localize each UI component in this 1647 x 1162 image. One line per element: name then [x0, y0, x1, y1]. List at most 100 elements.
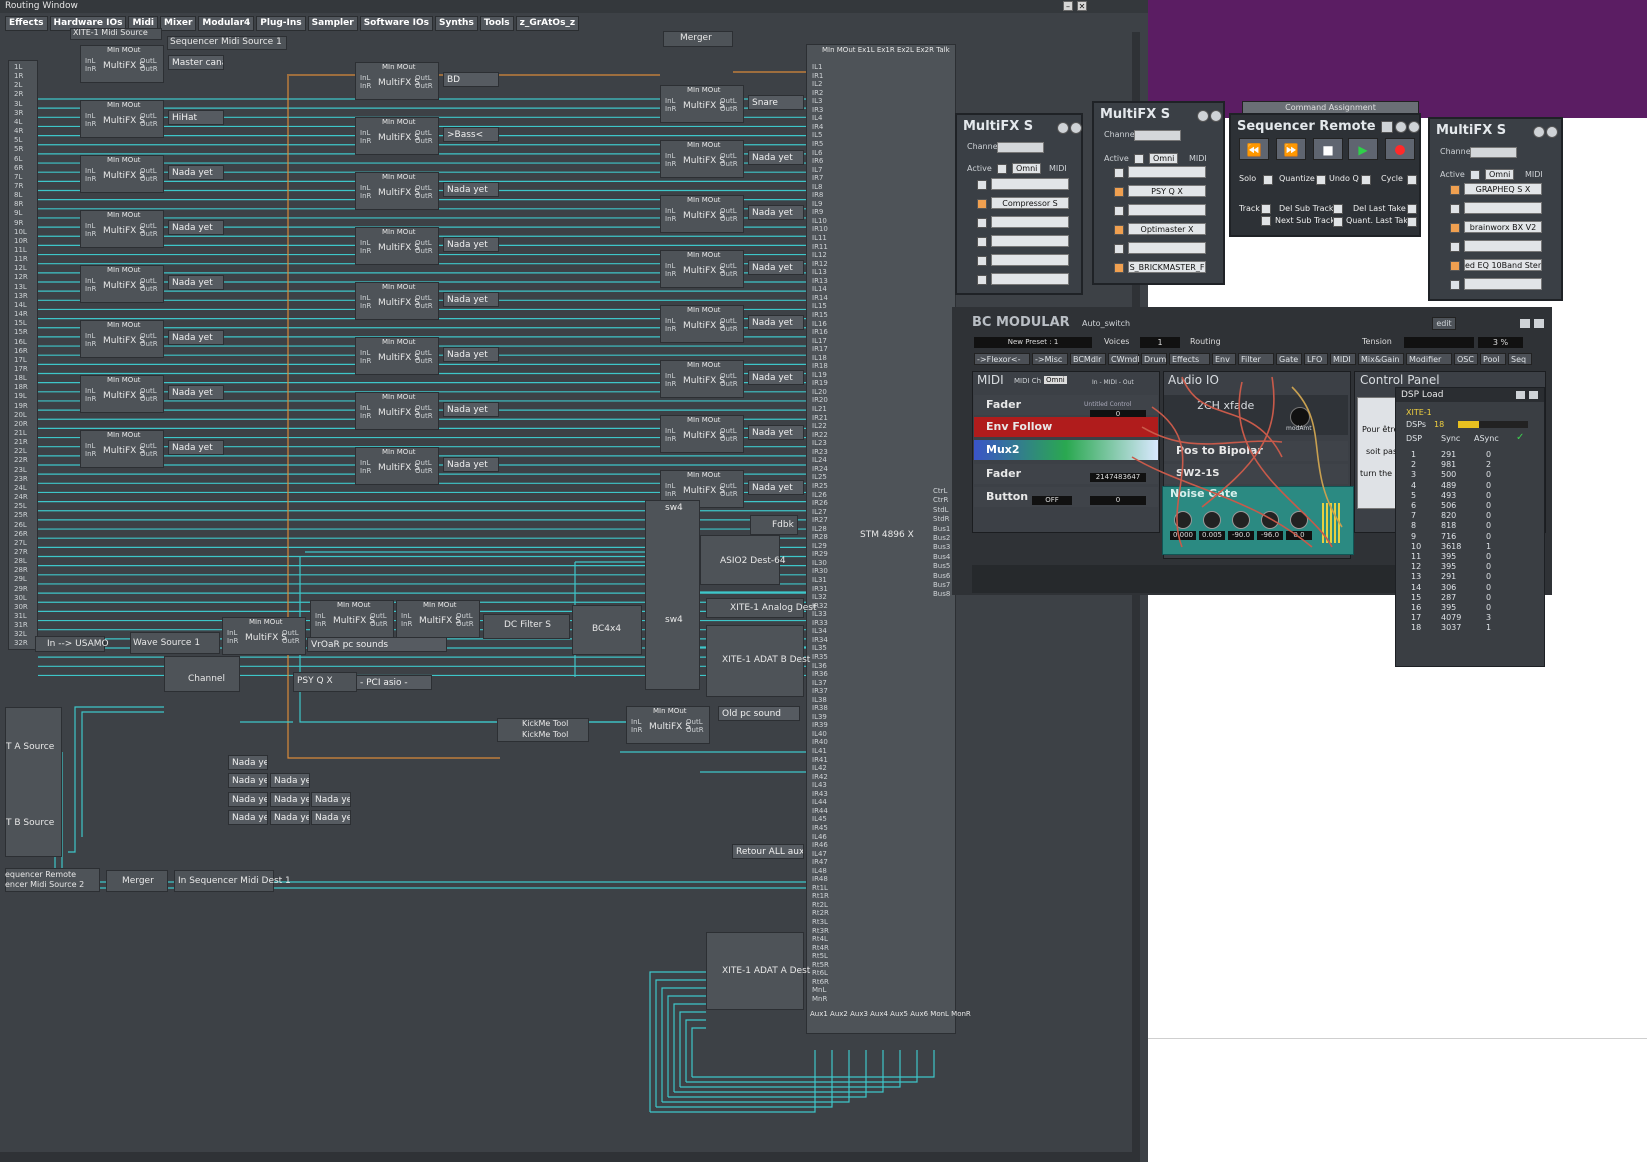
stm-input-port[interactable]: IR46 [812, 841, 828, 849]
output-port[interactable]: OutR [720, 380, 738, 388]
stm-input-port[interactable]: IL25 [812, 473, 827, 481]
source-port[interactable]: 8L [14, 191, 22, 199]
slot-active-checkbox[interactable] [1114, 263, 1124, 273]
slot-active-checkbox[interactable] [977, 237, 987, 247]
source-port[interactable]: 22R [14, 456, 28, 464]
input-port[interactable]: InR [85, 450, 96, 458]
stm-input-port[interactable]: IR41 [812, 756, 828, 764]
stm-input-port[interactable]: IR8 [812, 191, 823, 199]
stm-input-port[interactable]: MnL [812, 986, 826, 994]
input-port[interactable]: InL [227, 629, 237, 637]
input-port[interactable]: InL [85, 167, 95, 175]
source-port[interactable]: 1R [14, 72, 23, 80]
record-button[interactable] [1385, 138, 1415, 160]
source-port[interactable]: 13R [14, 292, 28, 300]
bc-cable[interactable] [1181, 376, 1283, 458]
stm-input-port[interactable]: IL2 [812, 80, 822, 88]
stm-input-port[interactable]: IR28 [812, 533, 828, 541]
stm-input-port[interactable]: IL14 [812, 285, 827, 293]
stm-input-port[interactable]: IL9 [812, 200, 822, 208]
sw4-node-a[interactable] [645, 500, 700, 690]
source-port[interactable]: 4L [14, 118, 22, 126]
stm-input-port[interactable]: IL20 [812, 388, 827, 396]
minimize-icon[interactable] [1197, 110, 1209, 122]
multifx-name[interactable]: Nada yet [443, 347, 499, 362]
input-port[interactable]: InL [665, 482, 675, 490]
solo-checkbox[interactable] [1263, 175, 1273, 185]
output-port[interactable]: OutL [720, 372, 737, 380]
stm-input-port[interactable]: IR17 [812, 345, 828, 353]
stm-input-port[interactable]: IL17 [812, 337, 827, 345]
input-port[interactable]: InL [85, 277, 95, 285]
multifx-name[interactable]: HiHat [168, 110, 224, 125]
stm-output-port[interactable]: CtrL [933, 487, 947, 495]
multifx-name[interactable]: Nada yet [168, 220, 224, 235]
input-port[interactable]: InR [360, 357, 371, 365]
nada-yet-slot[interactable]: Nada yet [228, 773, 268, 788]
undo-checkbox[interactable] [1361, 175, 1371, 185]
multifx-name[interactable]: Nada yet [748, 260, 804, 275]
input-port[interactable]: InR [665, 160, 676, 168]
source-port[interactable]: 15L [14, 319, 27, 327]
slot-active-checkbox[interactable] [1114, 187, 1124, 197]
multifx-name[interactable]: Nada yet [443, 292, 499, 307]
multifx-name[interactable]: Nada yet [443, 457, 499, 472]
close-icon[interactable] [1408, 121, 1420, 133]
slot-active-checkbox[interactable] [1114, 225, 1124, 235]
quant-last-take-checkbox[interactable] [1407, 217, 1417, 227]
stm-input-port[interactable]: IL13 [812, 268, 827, 276]
stm-input-port[interactable]: IR39 [812, 721, 828, 729]
output-port[interactable]: OutR [415, 82, 433, 90]
input-port[interactable]: InR [360, 192, 371, 200]
plugin-slot[interactable] [991, 254, 1069, 266]
stm-input-port[interactable]: IR12 [812, 260, 828, 268]
output-port[interactable]: OutL [282, 629, 299, 637]
stm-input-port[interactable]: IL12 [812, 251, 827, 259]
input-port[interactable]: InR [85, 120, 96, 128]
input-port[interactable]: InR [360, 247, 371, 255]
nada-yet-slot[interactable]: Nada yet [270, 773, 310, 788]
stm-input-port[interactable]: IR34 [812, 636, 828, 644]
output-port[interactable]: OutL [415, 404, 432, 412]
source-port[interactable]: 3L [14, 100, 22, 108]
close-icon[interactable] [1546, 126, 1558, 138]
stm-input-port[interactable]: IR13 [812, 277, 828, 285]
source-port[interactable]: 23R [14, 475, 28, 483]
input-port[interactable]: InR [227, 637, 238, 645]
output-port[interactable]: OutR [140, 450, 158, 458]
cable[interactable] [668, 1050, 867, 1098]
cable[interactable] [673, 1003, 706, 1092]
multifx-name[interactable]: Nada yet [168, 275, 224, 290]
input-port[interactable]: InL [665, 152, 675, 160]
source-port[interactable]: 20L [14, 411, 27, 419]
stm-input-port[interactable]: IR31 [812, 585, 828, 593]
slot-active-checkbox[interactable] [1450, 280, 1460, 290]
slot-active-checkbox[interactable] [977, 218, 987, 228]
stm-input-port[interactable]: Rt3L [812, 918, 828, 926]
source-port[interactable]: 16R [14, 347, 28, 355]
minimize-icon[interactable] [1516, 391, 1525, 399]
output-port[interactable]: OutL [415, 349, 432, 357]
stm-input-port[interactable]: IR18 [812, 362, 828, 370]
input-port[interactable]: InL [665, 317, 675, 325]
channel-field[interactable] [1470, 147, 1517, 158]
stm-input-port[interactable]: IR47 [812, 858, 828, 866]
source-port[interactable]: 18L [14, 374, 27, 382]
cable[interactable] [655, 979, 706, 1107]
slot-active-checkbox[interactable] [977, 199, 987, 209]
output-port[interactable]: OutR [415, 192, 433, 200]
input-port[interactable]: InL [401, 612, 411, 620]
multifx-name[interactable]: Nada yet [748, 480, 804, 495]
stm-input-port[interactable]: IL1 [812, 63, 822, 71]
stm-input-port[interactable]: IL18 [812, 354, 827, 362]
cable[interactable] [61, 752, 808, 883]
slot-active-checkbox[interactable] [1450, 185, 1460, 195]
multifx-name[interactable]: Nada yet [748, 205, 804, 220]
output-port[interactable]: OutR [140, 285, 158, 293]
output-port[interactable]: OutL [140, 387, 157, 395]
stop-button[interactable]: ■ [1313, 138, 1343, 160]
bc-cable[interactable] [1291, 386, 1343, 528]
stm-input-port[interactable]: IR25 [812, 482, 828, 490]
output-port[interactable]: OutL [140, 57, 157, 65]
input-port[interactable]: InR [665, 380, 676, 388]
